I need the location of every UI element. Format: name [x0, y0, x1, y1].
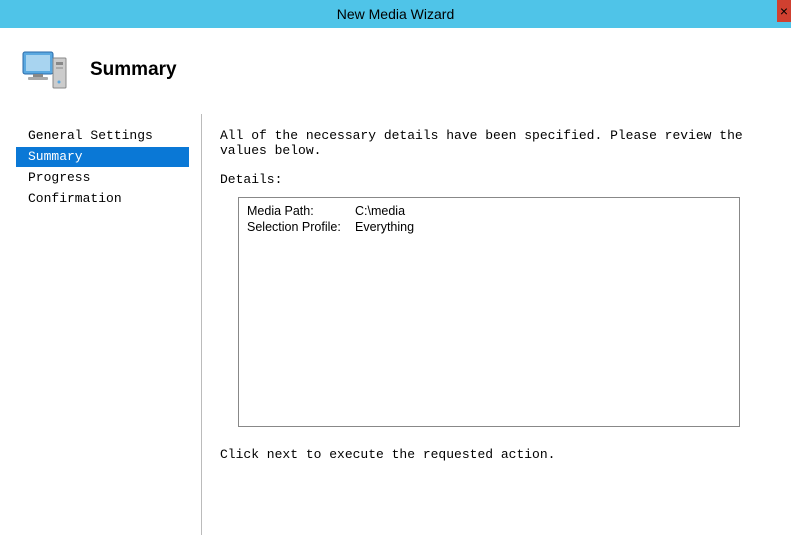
details-box: Media Path: C:\media Selection Profile: … — [238, 197, 740, 427]
instruction-text: All of the necessary details have been s… — [220, 128, 781, 158]
details-value: Everything — [355, 220, 414, 234]
details-key: Media Path: — [247, 204, 355, 218]
sidebar-item-progress[interactable]: Progress — [24, 168, 197, 188]
details-key: Selection Profile: — [247, 220, 355, 234]
window-title: New Media Wizard — [337, 6, 454, 22]
details-row: Selection Profile: Everything — [247, 220, 731, 234]
wizard-sidebar: General Settings Summary Progress Confir… — [0, 114, 202, 535]
wizard-header: Summary — [0, 28, 791, 114]
titlebar: New Media Wizard × — [0, 0, 791, 28]
footer-instruction: Click next to execute the requested acti… — [220, 447, 781, 462]
wizard-body: General Settings Summary Progress Confir… — [0, 114, 791, 535]
close-button[interactable]: × — [777, 0, 791, 22]
details-label: Details: — [220, 172, 781, 187]
close-icon: × — [780, 3, 788, 19]
page-title: Summary — [90, 59, 177, 81]
details-value: C:\media — [355, 204, 405, 218]
wizard-main: All of the necessary details have been s… — [202, 114, 791, 535]
computer-icon — [20, 44, 72, 96]
sidebar-item-confirmation[interactable]: Confirmation — [24, 189, 197, 209]
sidebar-item-general-settings[interactable]: General Settings — [24, 126, 197, 146]
details-row: Media Path: C:\media — [247, 204, 731, 218]
sidebar-item-summary[interactable]: Summary — [16, 147, 189, 167]
